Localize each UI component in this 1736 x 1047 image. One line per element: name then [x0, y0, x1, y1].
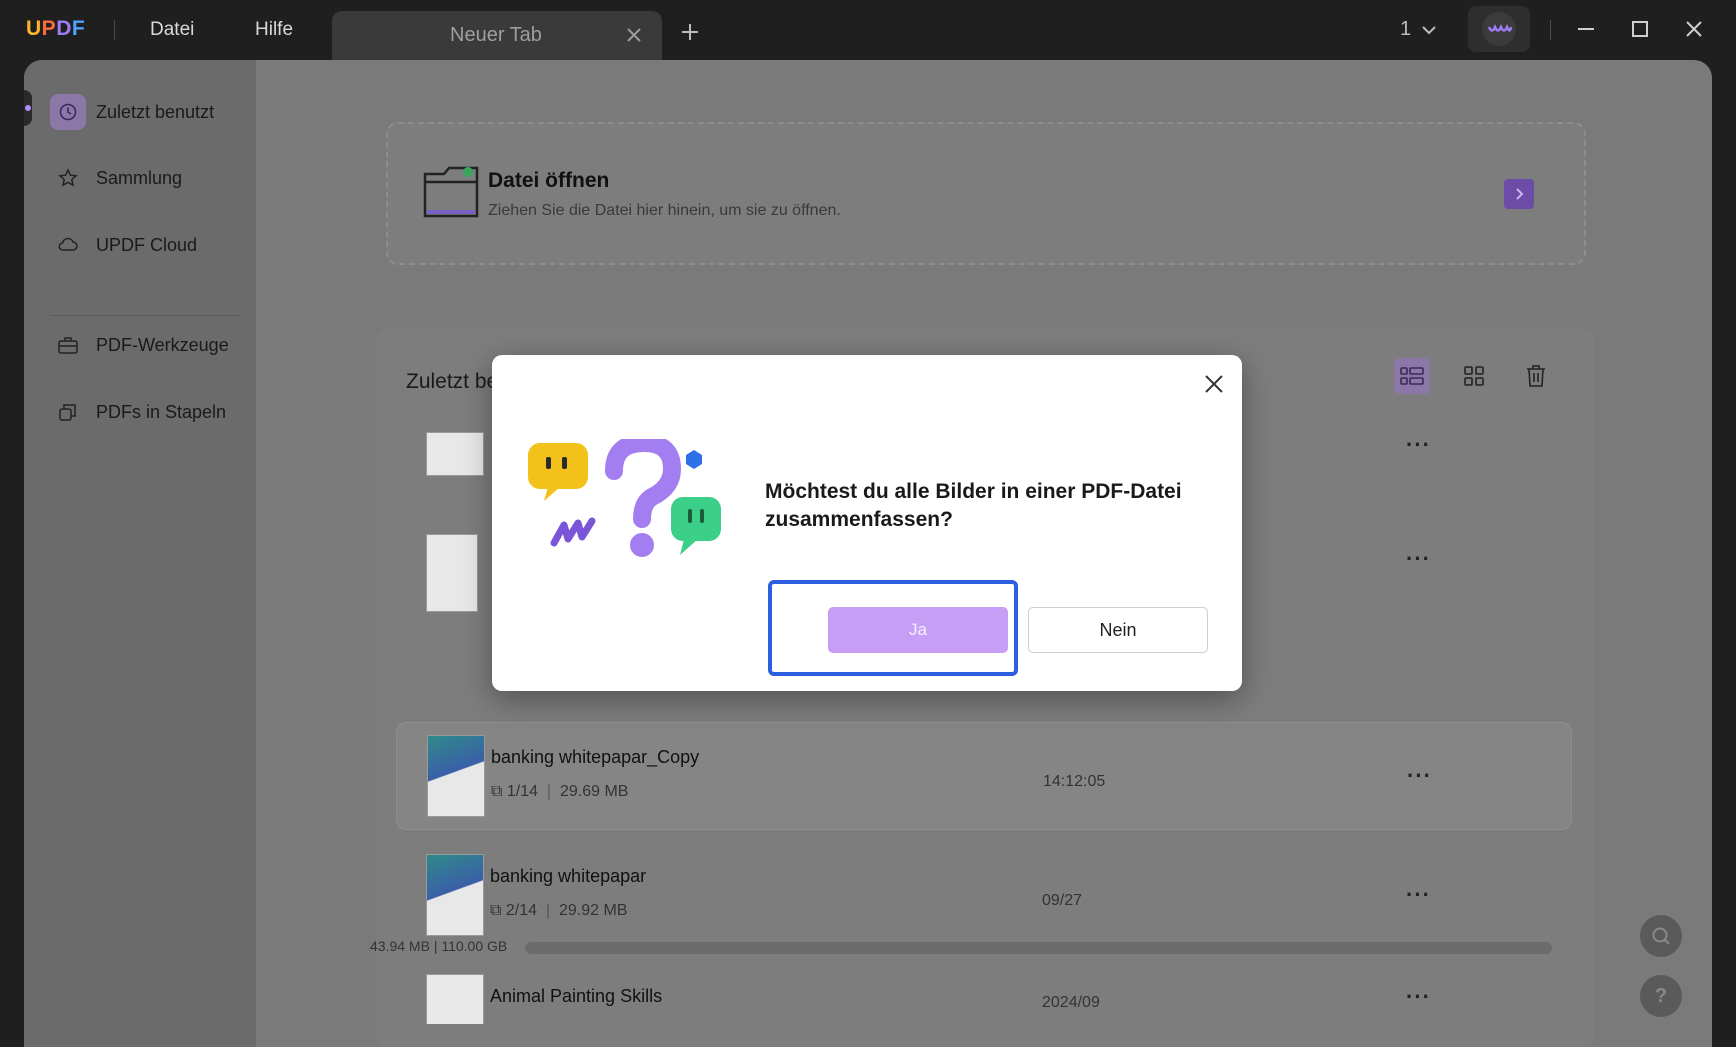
sidebar-item-cloud[interactable]: UPDF Cloud: [50, 225, 197, 265]
storage-bar: [525, 942, 1552, 954]
list-item[interactable]: banking whitepapar_Copy ⧉ 1/14 | 29.69 M…: [396, 722, 1572, 830]
storage-usage: 43.94 MB | 110.00 GB: [370, 938, 508, 954]
more-options-icon[interactable]: ···: [1406, 984, 1431, 1010]
sidebar-item-zuletzt[interactable]: Zuletzt benutzt: [50, 92, 214, 132]
file-pages: 1/14: [506, 783, 539, 800]
sidebar-item-sammlung[interactable]: Sammlung: [50, 158, 182, 198]
sidebar: Zuletzt benutzt Sammlung UPDF Cloud PDF-…: [24, 60, 256, 1047]
dialog-question: Möchtest du alle Bilder in einer PDF-Dat…: [765, 480, 1182, 531]
chevron-down-icon[interactable]: [1420, 21, 1438, 39]
sidebar-item-label: Zuletzt benutzt: [96, 101, 215, 122]
star-icon: [50, 160, 86, 196]
grid-view-button[interactable]: [1456, 358, 1492, 394]
file-meta: ⧉ 2/14 | 29.92 MB: [490, 902, 628, 919]
tab-neuer-tab[interactable]: Neuer Tab: [332, 11, 662, 60]
app-logo: UPDF: [26, 17, 86, 40]
stack-icon: [50, 394, 86, 430]
list-item[interactable]: Animal Painting Skills 2024/09 ···: [396, 962, 1572, 1024]
sidebar-item-stapeln[interactable]: PDFs in Stapeln: [50, 392, 226, 432]
file-pages: 2/14: [505, 902, 538, 919]
trash-icon: [1527, 365, 1545, 387]
open-file-subtitle: Ziehen Sie die Datei hier hinein, um sie…: [488, 202, 841, 219]
file-thumbnail: [426, 854, 484, 936]
list-view-button[interactable]: [1394, 358, 1430, 394]
file-thumbnail: [426, 432, 484, 476]
search-button[interactable]: [1640, 915, 1682, 957]
help-icon: ?: [1654, 984, 1668, 1007]
recent-title: Zuletzt be: [406, 370, 499, 393]
open-file-button[interactable]: [1504, 179, 1534, 209]
chevron-right-icon: [1516, 188, 1524, 200]
sidebar-collapse-handle[interactable]: [24, 90, 32, 126]
list-item[interactable]: banking whitepapar ⧉ 2/14 | 29.92 MB 09/…: [396, 842, 1572, 950]
more-options-icon[interactable]: ···: [1406, 432, 1431, 458]
sidebar-item-label: Sammlung: [96, 167, 183, 188]
more-options-icon[interactable]: ···: [1407, 763, 1432, 789]
more-options-icon[interactable]: ···: [1406, 882, 1431, 908]
close-icon[interactable]: [624, 25, 644, 45]
briefcase-icon: [50, 327, 86, 363]
file-meta: ⧉ 1/14 | 29.69 MB: [491, 783, 629, 800]
merge-images-dialog: Möchtest du alle Bilder in einer PDF-Dat…: [492, 355, 1242, 691]
file-thumbnail: [426, 534, 478, 612]
file-size: 29.69 MB: [559, 783, 629, 800]
file-name: banking whitepapar_Copy: [491, 747, 700, 767]
question-illustration-icon: [528, 439, 721, 557]
file-size: 29.92 MB: [558, 902, 628, 919]
menu-datei[interactable]: Datei: [150, 19, 194, 41]
tab-label: Neuer Tab: [450, 24, 542, 46]
yes-button[interactable]: Ja: [828, 607, 1008, 653]
sidebar-item-werkzeuge[interactable]: PDF-Werkzeuge: [50, 325, 229, 365]
search-icon: [1652, 927, 1670, 945]
open-file-title: Datei öffnen: [488, 169, 610, 192]
cloud-icon: [50, 227, 86, 263]
avatar[interactable]: [1482, 12, 1516, 46]
help-button[interactable]: ?: [1640, 975, 1682, 1017]
divider: [50, 315, 240, 316]
file-date: 2024/09: [1042, 994, 1100, 1011]
folder-icon: [423, 166, 479, 218]
file-name: Animal Painting Skills: [490, 986, 663, 1006]
separator: [1550, 20, 1551, 40]
open-file-dropzone[interactable]: Datei öffnen Ziehen Sie die Datei hier h…: [386, 122, 1586, 265]
file-thumbnail: [426, 974, 484, 1024]
add-tab-icon[interactable]: [680, 22, 700, 42]
menu-hilfe[interactable]: Hilfe: [255, 19, 293, 41]
separator: [114, 20, 115, 40]
maximize-icon[interactable]: [1629, 18, 1651, 40]
sidebar-item-label: UPDF Cloud: [96, 234, 198, 255]
close-icon[interactable]: [1202, 372, 1226, 396]
minimize-icon[interactable]: [1575, 18, 1597, 40]
delete-button[interactable]: [1518, 358, 1554, 394]
pages-icon: ⧉: [490, 902, 506, 919]
sidebar-item-label: PDFs in Stapeln: [96, 401, 227, 422]
clock-icon: [50, 94, 86, 130]
window-count[interactable]: 1: [1400, 18, 1411, 41]
grid-view-icon: [1464, 366, 1484, 386]
pages-icon: ⧉: [491, 783, 507, 800]
more-options-icon[interactable]: ···: [1406, 546, 1431, 572]
title-bar: UPDF Datei Hilfe Neuer Tab 1: [0, 0, 1736, 60]
sidebar-item-label: PDF-Werkzeuge: [96, 334, 229, 355]
list-view-icon: [1400, 367, 1424, 385]
file-name: banking whitepapar: [490, 866, 647, 886]
file-date: 09/27: [1042, 892, 1083, 909]
file-thumbnail: [427, 735, 485, 817]
file-date: 14:12:05: [1043, 773, 1106, 790]
no-button[interactable]: Nein: [1028, 607, 1208, 653]
window-close-icon[interactable]: [1683, 18, 1705, 40]
